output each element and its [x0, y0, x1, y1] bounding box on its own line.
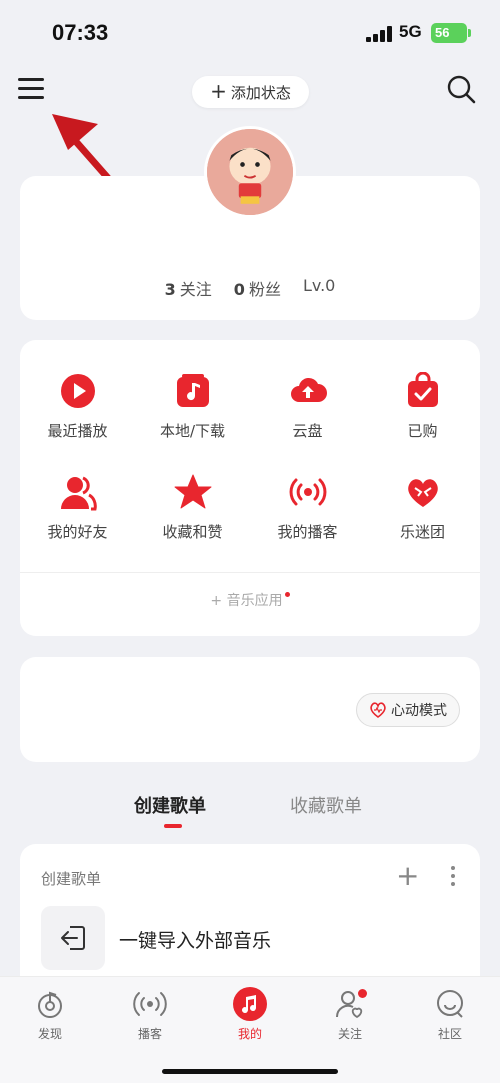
level-badge[interactable]: Lv.0 [303, 276, 335, 300]
heart-icon [370, 702, 386, 718]
apps-card: 最近播放 本地/下载 云盘 已购 我的好友 收藏和赞 我的播客 乐迷团 + 音乐… [20, 340, 480, 636]
battery-icon: 56 [431, 23, 471, 43]
fans-stat[interactable]: 0 粉丝 [234, 276, 281, 300]
playlist-tabs: 创建歌单 收藏歌单 [0, 792, 500, 832]
music-note-icon [233, 987, 267, 1021]
nav-discover[interactable]: 发现 [10, 987, 90, 1042]
import-label: 一键导入外部音乐 [119, 930, 272, 952]
add-status-button[interactable]: + 添加状态 [192, 76, 309, 108]
hamburger-menu-icon[interactable] [18, 76, 46, 102]
music-apps-label: 音乐应用 [226, 593, 283, 609]
podcast-icon [133, 992, 167, 1016]
heart-mode-label: 心动模式 [391, 703, 447, 719]
app-my-podcast[interactable]: 我的播客 [250, 473, 365, 542]
star-icon [174, 474, 211, 509]
heart-mode-card: 心动模式 [20, 657, 480, 762]
app-recent-play[interactable]: 最近播放 [20, 372, 135, 441]
more-options-icon[interactable] [444, 864, 462, 888]
bottom-nav: 发现 播客 我的 关注 社区 [0, 976, 500, 1083]
tab-indicator [164, 824, 182, 828]
app-purchased[interactable]: 已购 [365, 372, 480, 441]
tab-collected-playlists[interactable]: 收藏歌单 [290, 792, 362, 818]
avatar[interactable] [204, 126, 296, 218]
friends-icon [60, 476, 97, 511]
nav-follow[interactable]: 关注 [310, 987, 390, 1042]
status-time: 07:33 [52, 20, 109, 45]
nav-podcast[interactable]: 播客 [110, 987, 190, 1042]
music-note-icon [176, 374, 209, 407]
nav-community[interactable]: 社区 [410, 987, 490, 1042]
import-icon [41, 906, 105, 970]
playlist-section-title: 创建歌单 [41, 870, 102, 888]
import-external-music-row[interactable]: 一键导入外部音乐 [41, 906, 461, 972]
add-status-label: 添加状态 [230, 83, 291, 102]
music-apps-button[interactable]: + 音乐应用 [20, 590, 480, 610]
tab-created-playlists[interactable]: 创建歌单 [134, 792, 206, 818]
app-cloud-disk[interactable]: 云盘 [250, 372, 365, 441]
status-bar: 07:33 5G 56 [0, 0, 500, 64]
nav-mine[interactable]: 我的 [210, 987, 290, 1042]
apps-grid: 最近播放 本地/下载 云盘 已购 我的好友 收藏和赞 我的播客 乐迷团 [20, 372, 480, 542]
shopping-bag-icon [407, 372, 438, 407]
plus-icon: + [210, 593, 227, 609]
app-favorites-likes[interactable]: 收藏和赞 [135, 473, 250, 542]
search-icon[interactable] [446, 74, 476, 104]
community-icon [437, 990, 463, 1018]
app-local-download[interactable]: 本地/下载 [135, 372, 250, 441]
divider [20, 572, 480, 573]
top-bar: + 添加状态 [0, 64, 500, 120]
play-circle-icon [60, 374, 95, 408]
cloud-upload-icon [290, 377, 327, 402]
discover-icon [38, 991, 62, 1018]
battery-level: 56 [435, 25, 450, 40]
app-fan-club[interactable]: 乐迷团 [365, 473, 480, 542]
signal-icon [366, 26, 392, 42]
add-playlist-button[interactable]: + [396, 862, 419, 890]
network-type: 5G [399, 22, 422, 41]
profile-stats: 3 关注 0 粉丝 Lv.0 [20, 276, 480, 300]
notification-dot [358, 989, 367, 998]
plus-icon: + [210, 79, 227, 103]
broadcast-icon [289, 478, 326, 506]
heart-badge-icon [407, 479, 438, 507]
app-my-friends[interactable]: 我的好友 [20, 473, 135, 542]
heart-mode-button[interactable]: 心动模式 [356, 693, 460, 727]
notification-dot [284, 592, 290, 597]
home-indicator [162, 1069, 338, 1074]
follows-stat[interactable]: 3 关注 [165, 276, 212, 300]
